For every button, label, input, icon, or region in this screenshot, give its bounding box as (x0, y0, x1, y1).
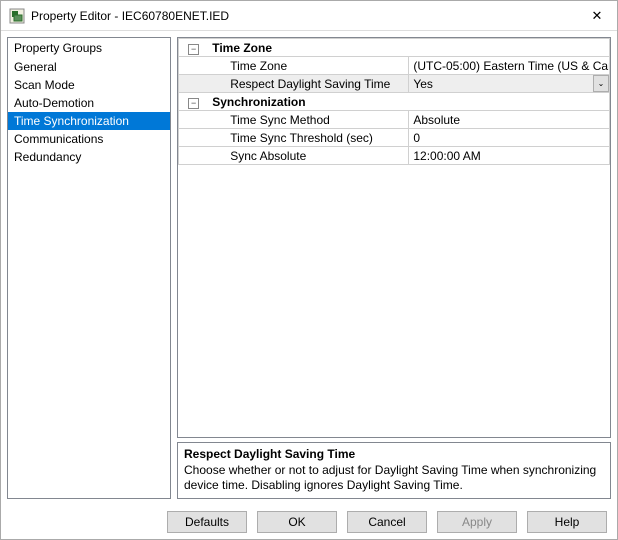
sidebar-item-communications[interactable]: Communications (8, 130, 170, 148)
description-title: Respect Daylight Saving Time (184, 447, 604, 461)
property-name: Sync Absolute (230, 149, 306, 163)
property-value[interactable]: 12:00:00 AM (413, 149, 480, 163)
sidebar-item-time-synchronization[interactable]: Time Synchronization (8, 112, 170, 130)
property-row-sync-absolute[interactable]: Sync Absolute 12:00:00 AM (179, 147, 610, 165)
sidebar-item-general[interactable]: General (8, 58, 170, 76)
sidebar-item-auto-demotion[interactable]: Auto-Demotion (8, 94, 170, 112)
property-row-time-sync-threshold[interactable]: Time Sync Threshold (sec) 0 (179, 129, 610, 147)
titlebar: Property Editor - IEC60780ENET.IED ✕ (1, 1, 617, 31)
property-name: Time Sync Threshold (sec) (230, 131, 373, 145)
close-icon: ✕ (592, 8, 603, 24)
sidebar-item-label: Time Synchronization (14, 114, 129, 128)
property-value[interactable]: Absolute (413, 113, 460, 127)
property-row-respect-dst[interactable]: Respect Daylight Saving Time Yes ⌄ (179, 75, 610, 93)
property-name: Respect Daylight Saving Time (230, 77, 390, 91)
category-label: Time Zone (212, 41, 272, 55)
property-grid: − Time Zone Time Zone (UTC-05:00) Easter… (177, 37, 611, 438)
sidebar-item-label: General (14, 60, 57, 74)
right-column: − Time Zone Time Zone (UTC-05:00) Easter… (177, 37, 611, 499)
description-pane: Respect Daylight Saving Time Choose whet… (177, 442, 611, 499)
chevron-down-icon: ⌄ (598, 79, 605, 88)
sidebar-item-redundancy[interactable]: Redundancy (8, 148, 170, 166)
sidebar-item-label: Redundancy (14, 150, 81, 164)
sidebar-item-label: Auto-Demotion (14, 96, 94, 110)
dropdown-button[interactable]: ⌄ (593, 75, 609, 92)
property-value[interactable]: Yes (413, 77, 433, 91)
category-label: Synchronization (212, 95, 305, 109)
category-row-time-zone[interactable]: − Time Zone (179, 39, 610, 57)
help-button[interactable]: Help (527, 511, 607, 533)
description-body: Choose whether or not to adjust for Dayl… (184, 463, 604, 494)
collapse-icon[interactable]: − (188, 98, 199, 109)
property-row-time-sync-method[interactable]: Time Sync Method Absolute (179, 111, 610, 129)
sidebar-item-scan-mode[interactable]: Scan Mode (8, 76, 170, 94)
property-value[interactable]: (UTC-05:00) Eastern Time (US & Canada) (413, 59, 609, 73)
button-bar: Defaults OK Cancel Apply Help (1, 505, 617, 539)
content-area: Property Groups General Scan Mode Auto-D… (1, 31, 617, 505)
sidebar-item-label: Communications (14, 132, 103, 146)
property-value[interactable]: 0 (413, 131, 420, 145)
window-title: Property Editor - IEC60780ENET.IED (31, 9, 583, 23)
property-editor-window: Property Editor - IEC60780ENET.IED ✕ Pro… (0, 0, 618, 540)
defaults-button[interactable]: Defaults (167, 511, 247, 533)
cancel-button[interactable]: Cancel (347, 511, 427, 533)
category-row-synchronization[interactable]: − Synchronization (179, 93, 610, 111)
collapse-icon[interactable]: − (188, 44, 199, 55)
app-icon (9, 8, 25, 24)
property-name: Time Zone (230, 59, 287, 73)
ok-button[interactable]: OK (257, 511, 337, 533)
property-name: Time Sync Method (230, 113, 330, 127)
property-row-time-zone[interactable]: Time Zone (UTC-05:00) Eastern Time (US &… (179, 57, 610, 75)
sidebar: Property Groups General Scan Mode Auto-D… (7, 37, 171, 499)
sidebar-header: Property Groups (8, 38, 170, 58)
close-button[interactable]: ✕ (583, 5, 611, 27)
apply-button[interactable]: Apply (437, 511, 517, 533)
sidebar-item-label: Scan Mode (14, 78, 75, 92)
